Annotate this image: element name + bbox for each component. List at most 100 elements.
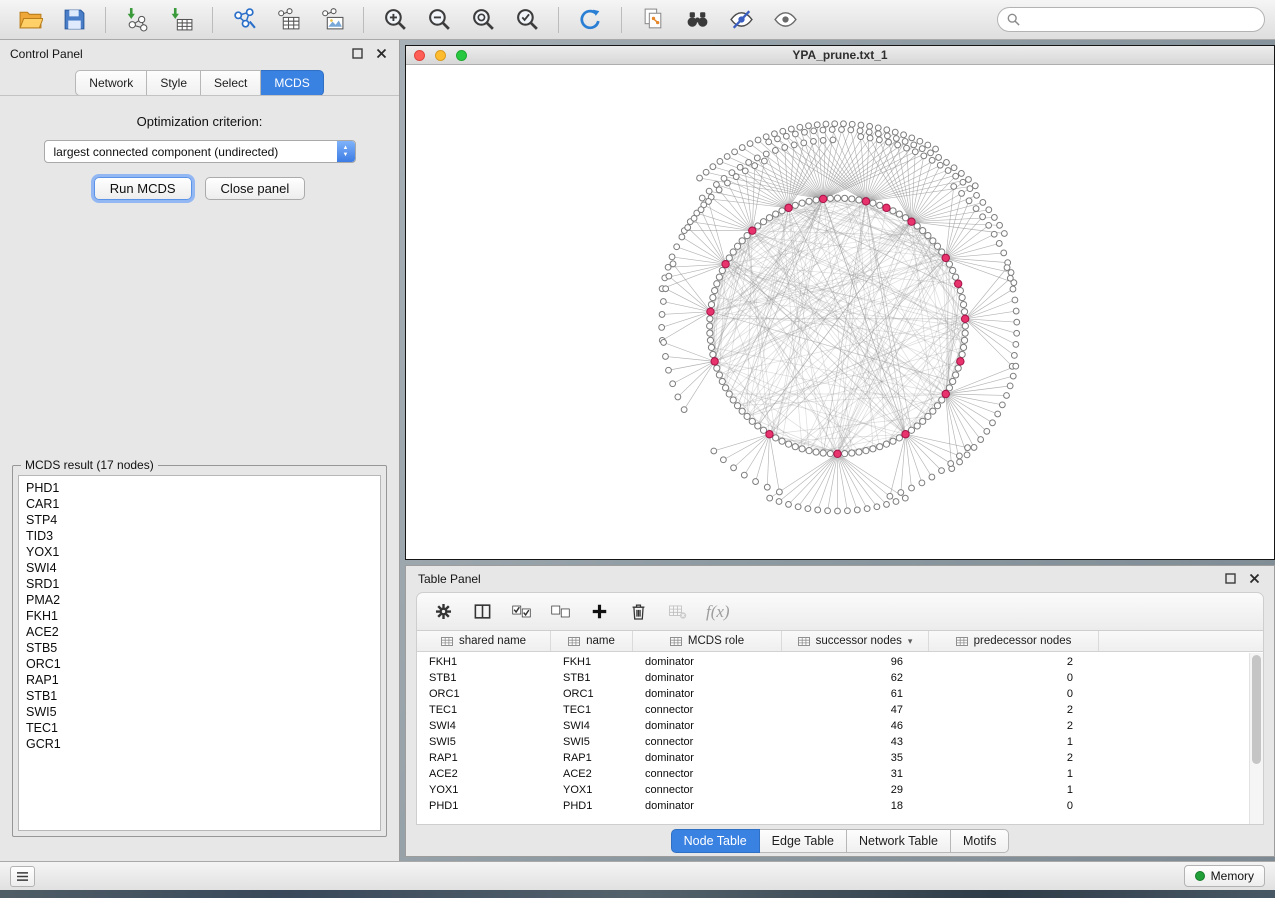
graph-node[interactable] [707,323,713,329]
graph-leaf-node[interactable] [741,472,747,478]
graph-leaf-node[interactable] [660,299,666,305]
graph-node[interactable] [934,243,940,249]
mcds-result-item[interactable]: FKH1 [26,608,380,624]
graph-node[interactable] [842,195,848,201]
graph-leaf-node[interactable] [966,177,972,183]
graph-leaf-node[interactable] [832,121,838,127]
graph-leaf-node[interactable] [776,489,782,495]
graph-node[interactable] [792,444,798,450]
graph-leaf-node[interactable] [659,325,665,331]
graph-leaf-node[interactable] [909,485,915,491]
graph-leaf-node[interactable] [706,188,712,194]
tab-edge-table[interactable]: Edge Table [760,829,847,853]
close-mcds-panel-button[interactable]: Close panel [205,177,306,200]
table-row[interactable]: TEC1TEC1connector472 [417,702,1263,718]
graph-leaf-node[interactable] [835,508,841,514]
table-row[interactable]: FKH1FKH1dominator962 [417,654,1263,670]
tab-select[interactable]: Select [201,70,261,96]
graph-leaf-node[interactable] [999,402,1005,408]
column-header-name[interactable]: name [551,631,633,651]
mcds-result-item[interactable]: STP4 [26,512,380,528]
export-network-button[interactable] [224,4,264,36]
graph-leaf-node[interactable] [773,148,779,154]
graph-leaf-node[interactable] [911,142,917,148]
mcds-result-item[interactable]: RAP1 [26,672,380,688]
graph-node[interactable] [806,198,812,204]
tab-style[interactable]: Style [147,70,201,96]
graph-leaf-node[interactable] [854,507,860,513]
graph-leaf-node[interactable] [731,465,737,471]
graph-hub-node[interactable] [942,390,949,397]
graph-leaf-node[interactable] [841,121,847,127]
graph-node[interactable] [755,423,761,429]
graph-leaf-node[interactable] [775,136,781,142]
graph-leaf-node[interactable] [699,195,705,201]
graph-node[interactable] [914,423,920,429]
graph-leaf-node[interactable] [685,225,691,231]
graph-leaf-node[interactable] [886,139,892,145]
graph-node[interactable] [799,200,805,206]
graph-leaf-node[interactable] [995,411,1001,417]
graph-node[interactable] [707,337,713,343]
first-neighbors-button[interactable] [677,4,717,36]
graph-leaf-node[interactable] [971,445,977,451]
graph-leaf-node[interactable] [980,200,986,206]
graph-leaf-node[interactable] [904,145,910,151]
mcds-result-item[interactable]: TID3 [26,528,380,544]
graph-node[interactable] [707,316,713,322]
graph-node[interactable] [806,448,812,454]
graph-leaf-node[interactable] [661,340,667,346]
graph-leaf-node[interactable] [902,495,908,501]
zoom-selected-button[interactable] [507,4,547,36]
graph-node[interactable] [856,449,862,455]
graph-leaf-node[interactable] [874,504,880,510]
graph-leaf-node[interactable] [892,129,898,135]
graph-leaf-node[interactable] [965,445,971,451]
graph-leaf-node[interactable] [766,139,772,145]
graph-leaf-node[interactable] [986,222,992,228]
mcds-result-item[interactable]: CAR1 [26,496,380,512]
graph-leaf-node[interactable] [1007,383,1013,389]
select-all-rows-button[interactable] [509,600,533,624]
show-all-button[interactable] [765,4,805,36]
graph-node[interactable] [896,435,902,441]
zoom-in-button[interactable] [375,4,415,36]
table-settings-button[interactable] [431,600,455,624]
graph-node[interactable] [760,219,766,225]
graph-hub-node[interactable] [961,315,968,322]
graph-node[interactable] [708,344,714,350]
run-mcds-button[interactable]: Run MCDS [94,177,192,200]
table-row[interactable]: SWI4SWI4dominator462 [417,718,1263,734]
table-row[interactable]: PHD1PHD1dominator180 [417,798,1263,814]
graph-node[interactable] [760,427,766,433]
mcds-result-item[interactable]: GCR1 [26,736,380,752]
graph-leaf-node[interactable] [814,122,820,128]
graph-hub-node[interactable] [957,358,964,365]
graph-hub-node[interactable] [883,204,890,211]
graph-node[interactable] [950,267,956,273]
graph-leaf-node[interactable] [823,121,829,127]
graph-leaf-node[interactable] [1004,393,1010,399]
graph-node[interactable] [959,294,965,300]
graph-leaf-node[interactable] [666,273,672,279]
tab-mcds[interactable]: MCDS [261,70,323,96]
graph-node[interactable] [734,403,740,409]
mcds-result-item[interactable]: SWI5 [26,704,380,720]
graph-node[interactable] [773,211,779,217]
graph-leaf-node[interactable] [1013,363,1019,369]
graph-leaf-node[interactable] [732,149,738,155]
mcds-result-item[interactable]: ACE2 [26,624,380,640]
graph-hub-node[interactable] [862,198,869,205]
graph-node[interactable] [842,451,848,457]
graph-hub-node[interactable] [766,431,773,438]
graph-leaf-node[interactable] [951,165,957,171]
window-close-icon[interactable] [414,50,425,61]
graph-node[interactable] [744,413,750,419]
graph-leaf-node[interactable] [725,180,731,186]
graph-leaf-node[interactable] [1008,270,1014,276]
graph-node[interactable] [890,438,896,444]
graph-leaf-node[interactable] [909,135,915,141]
graph-leaf-node[interactable] [875,131,881,137]
graph-leaf-node[interactable] [1014,330,1020,336]
graph-leaf-node[interactable] [948,461,954,467]
